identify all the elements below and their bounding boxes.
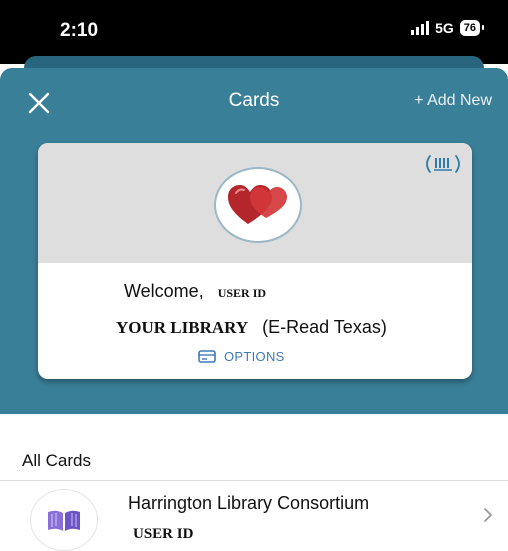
- options-label: OPTIONS: [224, 349, 285, 364]
- hearts-icon: [228, 185, 287, 224]
- add-new-button[interactable]: + Add New: [414, 92, 492, 110]
- status-bar: 2:10 5G 76: [0, 0, 508, 64]
- all-cards-heading: All Cards: [22, 451, 91, 470]
- signal-icon: [411, 21, 430, 35]
- status-indicators: 5G 76: [411, 20, 485, 36]
- options-button[interactable]: OPTIONS: [198, 349, 285, 364]
- battery-icon: 76: [459, 20, 485, 36]
- avatar: [30, 489, 98, 551]
- nfc-icon[interactable]: [422, 153, 464, 175]
- library-subtitle: (E-Read Texas): [262, 317, 387, 337]
- card-user-id: USER ID: [217, 286, 267, 300]
- library-row: YOUR LIBRARY (E-Read Texas): [116, 317, 387, 338]
- card-header: [38, 143, 472, 263]
- library-card[interactable]: Welcome, USER ID YOUR LIBRARY (E-Read Te…: [38, 143, 472, 379]
- open-book-icon: [48, 510, 80, 531]
- welcome-row: Welcome, USER ID: [124, 281, 266, 302]
- network-label: 5G: [435, 20, 454, 36]
- list-item-title: Harrington Library Consortium: [128, 493, 370, 513]
- welcome-label: Welcome,: [124, 281, 204, 301]
- chevron-right-icon: [484, 508, 492, 522]
- library-name: YOUR LIBRARY: [116, 318, 249, 337]
- cards-panel: Cards + Add New Welcome, USER ID YOUR LI…: [0, 68, 508, 414]
- status-time: 2:10: [60, 20, 99, 41]
- card-icon: [198, 350, 216, 363]
- list-item[interactable]: Harrington Library Consortium USER ID: [0, 481, 508, 551]
- library-logo: [214, 167, 302, 243]
- list-item-user-id: USER ID: [133, 526, 194, 542]
